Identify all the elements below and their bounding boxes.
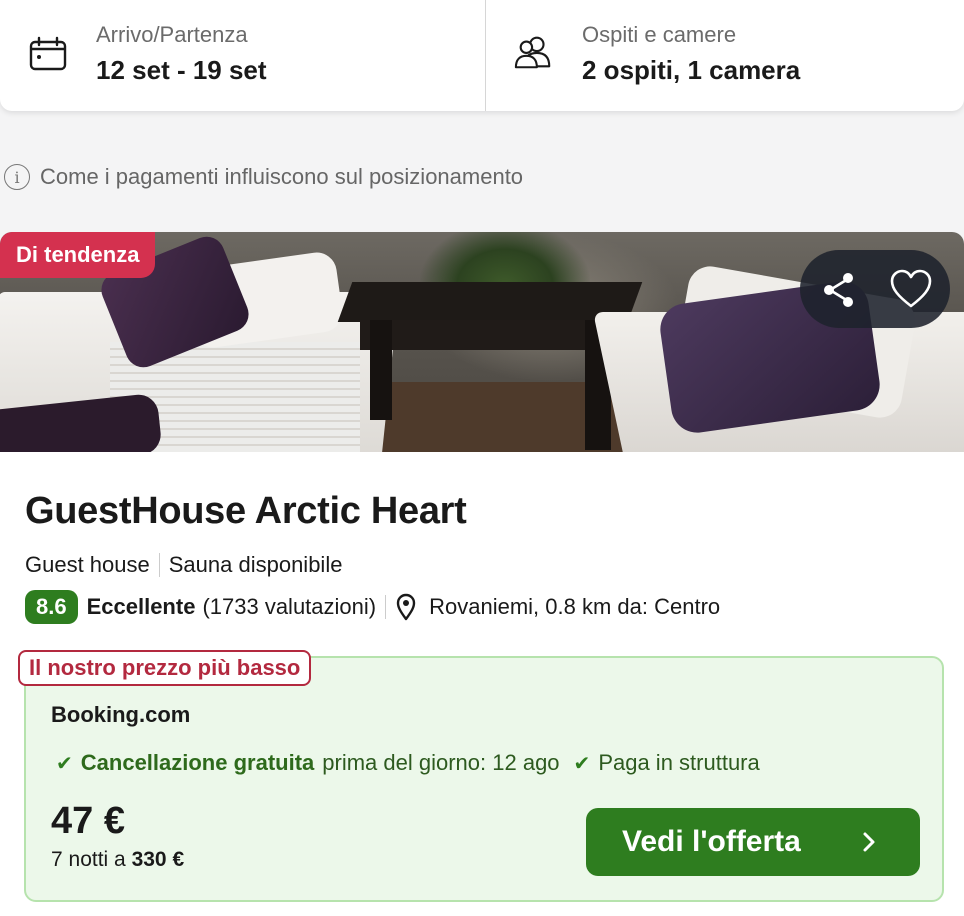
- review-count[interactable]: (1733 valutazioni): [202, 594, 376, 620]
- dates-label: Arrivo/Partenza: [96, 22, 248, 47]
- property-type: Guest house: [25, 552, 150, 577]
- check-icon: ✔: [56, 752, 73, 775]
- free-cancellation: Cancellazione gratuita: [80, 750, 315, 775]
- divider: [158, 553, 160, 577]
- offer-box[interactable]: Booking.com ✔ Cancellazione gratuita pri…: [24, 656, 944, 902]
- view-deal-button[interactable]: Vedi l'offerta: [586, 808, 920, 876]
- total-price: 330 €: [131, 848, 185, 871]
- lowest-price-badge: Il nostro prezzo più basso: [18, 650, 312, 686]
- total-price-line: 7 notti a 330 €: [51, 848, 184, 872]
- guests-selector[interactable]: Ospiti e camere 2 ospiti, 1 camera: [485, 0, 964, 111]
- review-score-word: Eccellente: [86, 594, 196, 619]
- photo-actions: [800, 250, 950, 328]
- offer-provider: Booking.com: [51, 702, 191, 727]
- property-meta: Guest house Sauna disponibile: [25, 552, 342, 578]
- divider: [385, 595, 387, 619]
- view-deal-label: Vedi l'offerta: [622, 825, 801, 858]
- hotel-name[interactable]: GuestHouse Arctic Heart: [25, 490, 467, 533]
- payment-note-text: Come i pagamenti influiscono sul posizio…: [40, 164, 524, 189]
- hotel-photo[interactable]: Di tendenza: [0, 232, 964, 452]
- review-score-badge: 8.6: [25, 590, 78, 624]
- amenity-highlight: Sauna disponibile: [168, 552, 343, 577]
- trending-badge: Di tendenza: [0, 232, 156, 278]
- offer-perks: ✔ Cancellazione gratuita prima del giorn…: [56, 750, 774, 776]
- users-icon: [514, 36, 551, 69]
- nights-prefix: 7 notti a: [51, 848, 126, 871]
- nightly-price: 47 €: [51, 800, 125, 842]
- payment-ranking-link[interactable]: i Come i pagamenti influiscono sul posiz…: [4, 164, 523, 190]
- location-text[interactable]: Rovaniemi, 0.8 km da: Centro: [429, 594, 720, 620]
- info-icon: i: [4, 164, 30, 190]
- pin-icon: [396, 593, 416, 621]
- guests-value: 2 ospiti, 1 camera: [582, 55, 801, 85]
- guests-label: Ospiti e camere: [582, 22, 737, 47]
- heart-icon[interactable]: [888, 267, 934, 311]
- pay-at-property: Paga in struttura: [598, 750, 760, 775]
- dates-value: 12 set - 19 set: [96, 55, 267, 85]
- search-summary-bar: Arrivo/Partenza 12 set - 19 set Ospiti e…: [0, 0, 964, 111]
- hotel-card[interactable]: Di tendenza GuestHouse Arctic Heart Gues…: [0, 232, 964, 916]
- share-icon[interactable]: [818, 269, 860, 311]
- cancellation-deadline: prima del giorno: 12 ago: [322, 750, 560, 775]
- dates-selector[interactable]: Arrivo/Partenza 12 set - 19 set: [0, 0, 485, 111]
- chevron-right-icon: [863, 832, 875, 852]
- calendar-icon: [29, 36, 67, 71]
- rating-location-row: 8.6 Eccellente (1733 valutazioni) Rovani…: [25, 590, 720, 624]
- check-icon: ✔: [573, 752, 591, 775]
